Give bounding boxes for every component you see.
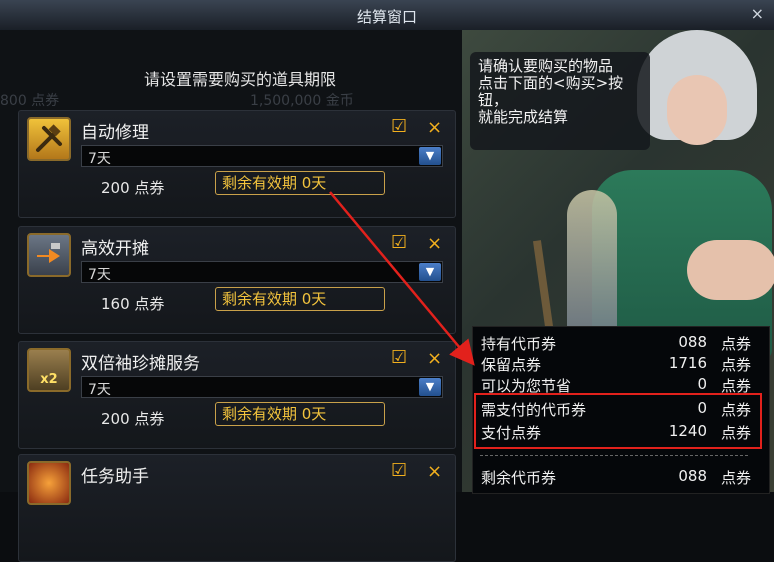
remove-icon[interactable]: × [427, 233, 442, 254]
instruction-tip: 请确认要购买的物品 点击下面的<购买>按钮， 就能完成结算 [470, 52, 650, 150]
duration-value: 7天 [88, 267, 111, 283]
summary-amount: 088 [678, 467, 707, 485]
close-icon[interactable]: × [751, 4, 764, 23]
divider [480, 455, 748, 456]
ghost-price-right: 1,500,000 金币 [250, 93, 354, 109]
duration-value: 7天 [88, 151, 111, 167]
item-price: 200 点券 [101, 410, 165, 428]
item-row-efficient-stall: 高效开摊 ☑ × 7天 ▼ 160 点券 剩余有效期 0天 [18, 226, 456, 334]
character-face [667, 75, 727, 145]
item-name: 高效开摊 [81, 239, 149, 259]
item-name: 自动修理 [81, 123, 149, 143]
summary-unit: 点券 [720, 469, 751, 487]
remaining-duration: 剩余有效期 0天 [215, 402, 385, 426]
tip-text: 请确认要购买的物品 点击下面的<购买>按钮， 就能完成结算 [478, 57, 624, 126]
item-row-task-helper: 任务助手 ☑ × [18, 454, 456, 562]
summary-amount: 1716 [668, 354, 707, 372]
window-title: 结算窗口 [356, 8, 417, 26]
item-name: 任务助手 [81, 467, 149, 487]
summary-label: 剩余代币券 [481, 469, 557, 487]
duration-select[interactable]: 7天 ▼ [81, 376, 443, 398]
summary-label: 持有代币券 [481, 335, 557, 353]
task-helper-icon [27, 461, 71, 505]
duration-select[interactable]: 7天 ▼ [81, 261, 443, 283]
item-price: 200 点券 [101, 179, 165, 197]
remove-icon[interactable]: × [427, 461, 442, 482]
prompt-text: 请设置需要购买的道具期限 [143, 70, 336, 89]
item-badge: x2 [40, 371, 58, 387]
item-name: 双倍袖珍摊服务 [81, 354, 200, 374]
ghost-price-left: 800 点券 [0, 93, 60, 109]
hammer-wrench-icon [27, 117, 71, 161]
double-stall-icon: x2 [27, 348, 71, 392]
character-arm [687, 240, 774, 300]
chevron-down-icon[interactable]: ▼ [419, 263, 441, 281]
remove-icon[interactable]: × [427, 348, 442, 369]
item-row-auto-repair: 自动修理 ☑ × 7天 ▼ 200 点券 剩余有效期 0天 [18, 110, 456, 218]
summary-unit: 点券 [720, 335, 751, 353]
checkbox[interactable]: ☑ [391, 234, 409, 252]
remaining-duration: 剩余有效期 0天 [215, 287, 385, 311]
chevron-down-icon[interactable]: ▼ [419, 147, 441, 165]
summary-unit: 点券 [720, 356, 751, 374]
title-bar: 结算窗口 × [0, 0, 774, 31]
checkbox[interactable]: ☑ [391, 462, 409, 480]
chevron-down-icon[interactable]: ▼ [419, 378, 441, 396]
checkbox[interactable]: ☑ [391, 349, 409, 367]
remove-icon[interactable]: × [427, 117, 442, 138]
summary-amount: 088 [678, 333, 707, 351]
hammer-arrow-icon [27, 233, 71, 277]
highlight-box [474, 393, 762, 449]
remaining-duration: 剩余有效期 0天 [215, 171, 385, 195]
item-row-double-stall: x2 双倍袖珍摊服务 ☑ × 7天 ▼ 200 点券 剩余有效期 0天 [18, 341, 456, 449]
duration-value: 7天 [88, 382, 111, 398]
summary-amount: 0 [697, 375, 707, 393]
summary-label: 保留点券 [481, 356, 542, 374]
duration-select[interactable]: 7天 ▼ [81, 145, 443, 167]
item-price: 160 点券 [101, 295, 165, 313]
checkbox[interactable]: ☑ [391, 118, 409, 136]
